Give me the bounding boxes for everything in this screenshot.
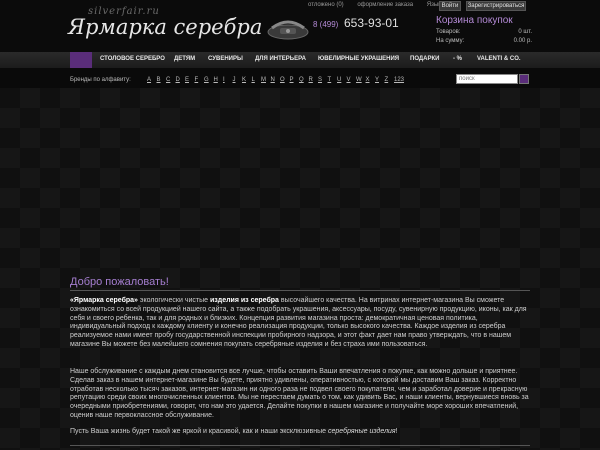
brand-letter-link[interactable]: N	[271, 77, 281, 83]
cart-sum-label: На сумму:	[436, 38, 465, 44]
brand-letter-link[interactable]: C	[166, 77, 176, 83]
deferred-link[interactable]: отложено (0)	[308, 2, 344, 8]
brand-letter-link[interactable]: L	[252, 77, 262, 83]
brand-letter-link[interactable]: T	[328, 77, 338, 83]
logo-title: Ярмарка серебра	[68, 15, 263, 39]
brand-letter-link[interactable]: S	[318, 77, 328, 83]
brand-letter-link[interactable]: 123	[394, 77, 404, 83]
brand-letter-link[interactable]: Y	[375, 77, 385, 83]
intro-text-2: высочайшего качества. На витринах интерн…	[70, 297, 527, 348]
brand-letter-link[interactable]: P	[290, 77, 300, 83]
brand-letter-link[interactable]: J	[233, 77, 243, 83]
closing-italic: серебряные изделия	[327, 428, 396, 435]
welcome-heading: Добро пожаловать!	[70, 276, 169, 288]
cart-items-row: Товаров: 0 шт.	[436, 29, 532, 35]
closing-end: !	[395, 428, 398, 435]
phone-icon	[267, 20, 309, 40]
brand-letter-link[interactable]: Q	[299, 77, 309, 83]
brands-label: Бренды по алфавиту:	[70, 77, 131, 83]
brand-letter-link[interactable]: B	[157, 77, 167, 83]
login-button[interactable]: Войти	[439, 1, 461, 11]
cart-items-label: Товаров:	[436, 29, 461, 35]
search-input[interactable]	[456, 74, 518, 84]
brand-letter-link[interactable]: D	[176, 77, 186, 83]
menu-item-valenti[interactable]: VALENTI & CO.	[477, 56, 521, 62]
brands-alphabet: A B C D E F G H I J K L M N O P Q R S T U V W X Y Z 123	[147, 77, 404, 83]
brand-letter-link[interactable]: I	[223, 77, 233, 83]
menu-item-tableware[interactable]: СТОЛОВОЕ СЕРЕБРО	[100, 56, 165, 62]
intro-paragraph: «Ярмарка серебра» экологически чистые из…	[70, 297, 532, 350]
service-paragraph: Наше обслуживание с каждым днем становит…	[70, 368, 529, 419]
intro-text-1: экологически чистые	[137, 297, 210, 304]
cart-sum-value: 0.00 р.	[513, 38, 532, 44]
brand-letter-link[interactable]: W	[356, 77, 366, 83]
divider-bottom	[70, 445, 530, 446]
closing-paragraph: Пусть Ваша жизнь будет такой же яркой и …	[70, 428, 532, 437]
silver-items-bold: изделия из серебра	[209, 297, 279, 304]
divider-top	[70, 290, 530, 291]
brand-letter-link[interactable]: F	[195, 77, 205, 83]
search-button[interactable]	[519, 74, 529, 84]
header: silverfair.ru Ярмарка серебра 8 (499) 65…	[0, 0, 600, 52]
brand-letter-link[interactable]: V	[347, 77, 357, 83]
brand-letter-link[interactable]: K	[242, 77, 252, 83]
cart-sum-row: На сумму: 0.00 р.	[436, 38, 532, 44]
menu-item-kids[interactable]: ДЕТЯМ	[174, 56, 195, 62]
register-button[interactable]: Зарегистрироваться	[466, 1, 526, 11]
cart-items-value: 0 шт.	[518, 29, 532, 35]
brand-letter-link[interactable]: R	[309, 77, 319, 83]
brand-letter-link[interactable]: U	[337, 77, 347, 83]
brand-letter-link[interactable]: M	[261, 77, 271, 83]
brand-letter-link[interactable]: X	[366, 77, 376, 83]
main-menu: СТОЛОВОЕ СЕРЕБРО ДЕТЯМ СУВЕНИРЫ ДЛЯ ИНТЕ…	[0, 52, 600, 68]
brand-letter-link[interactable]: A	[147, 77, 157, 83]
menu-item-gifts[interactable]: ПОДАРКИ	[410, 56, 439, 62]
phone-prefix: 8 (499)	[313, 20, 339, 29]
cart-title[interactable]: Корзина покупок	[436, 15, 513, 26]
brand-letter-link[interactable]: E	[185, 77, 195, 83]
phone-number: 653-93-01	[344, 16, 399, 30]
menu-item-souvenirs[interactable]: СУВЕНИРЫ	[208, 56, 243, 62]
checkout-link[interactable]: оформление заказа	[357, 2, 413, 8]
logo[interactable]: silverfair.ru Ярмарка серебра	[68, 6, 262, 46]
brand-letter-link[interactable]: Z	[385, 77, 395, 83]
top-nav: отложено (0) оформление заказа Язык	[308, 2, 453, 8]
brand-letter-link[interactable]: O	[280, 77, 290, 83]
brand-letter-link[interactable]: H	[214, 77, 224, 83]
menu-item-sale[interactable]: - %	[453, 56, 462, 62]
menu-item-jewelry[interactable]: ЮВЕЛИРНЫЕ УКРАШЕНИЯ	[318, 56, 399, 62]
menu-item-interior[interactable]: ДЛЯ ИНТЕРЬЕРА	[255, 56, 306, 62]
shop-name: «Ярмарка серебра»	[70, 297, 138, 304]
brand-letter-link[interactable]: G	[204, 77, 214, 83]
closing-text: Пусть Ваша жизнь будет такой же яркой и …	[70, 428, 328, 435]
menu-accent-block	[70, 52, 92, 68]
